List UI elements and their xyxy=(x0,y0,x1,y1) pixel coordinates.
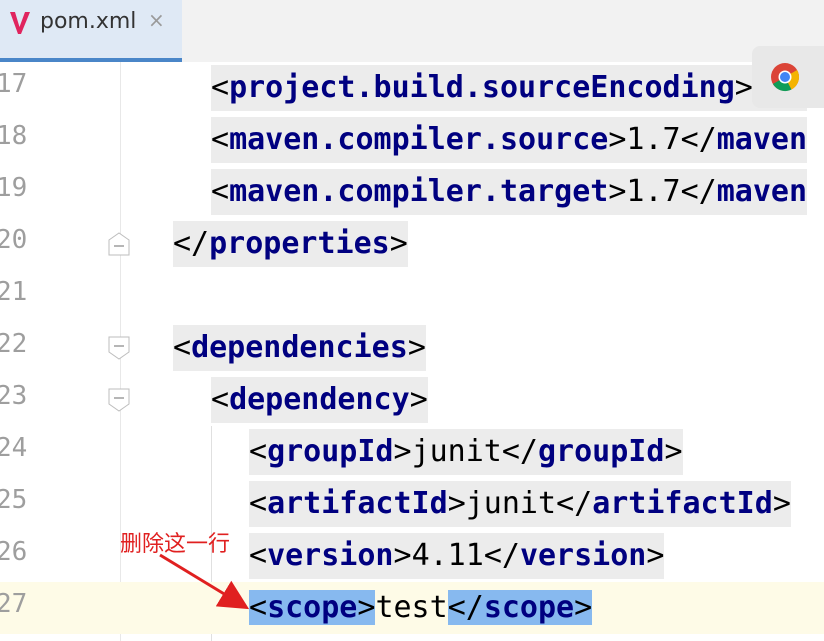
annotation-arrow xyxy=(159,553,250,610)
